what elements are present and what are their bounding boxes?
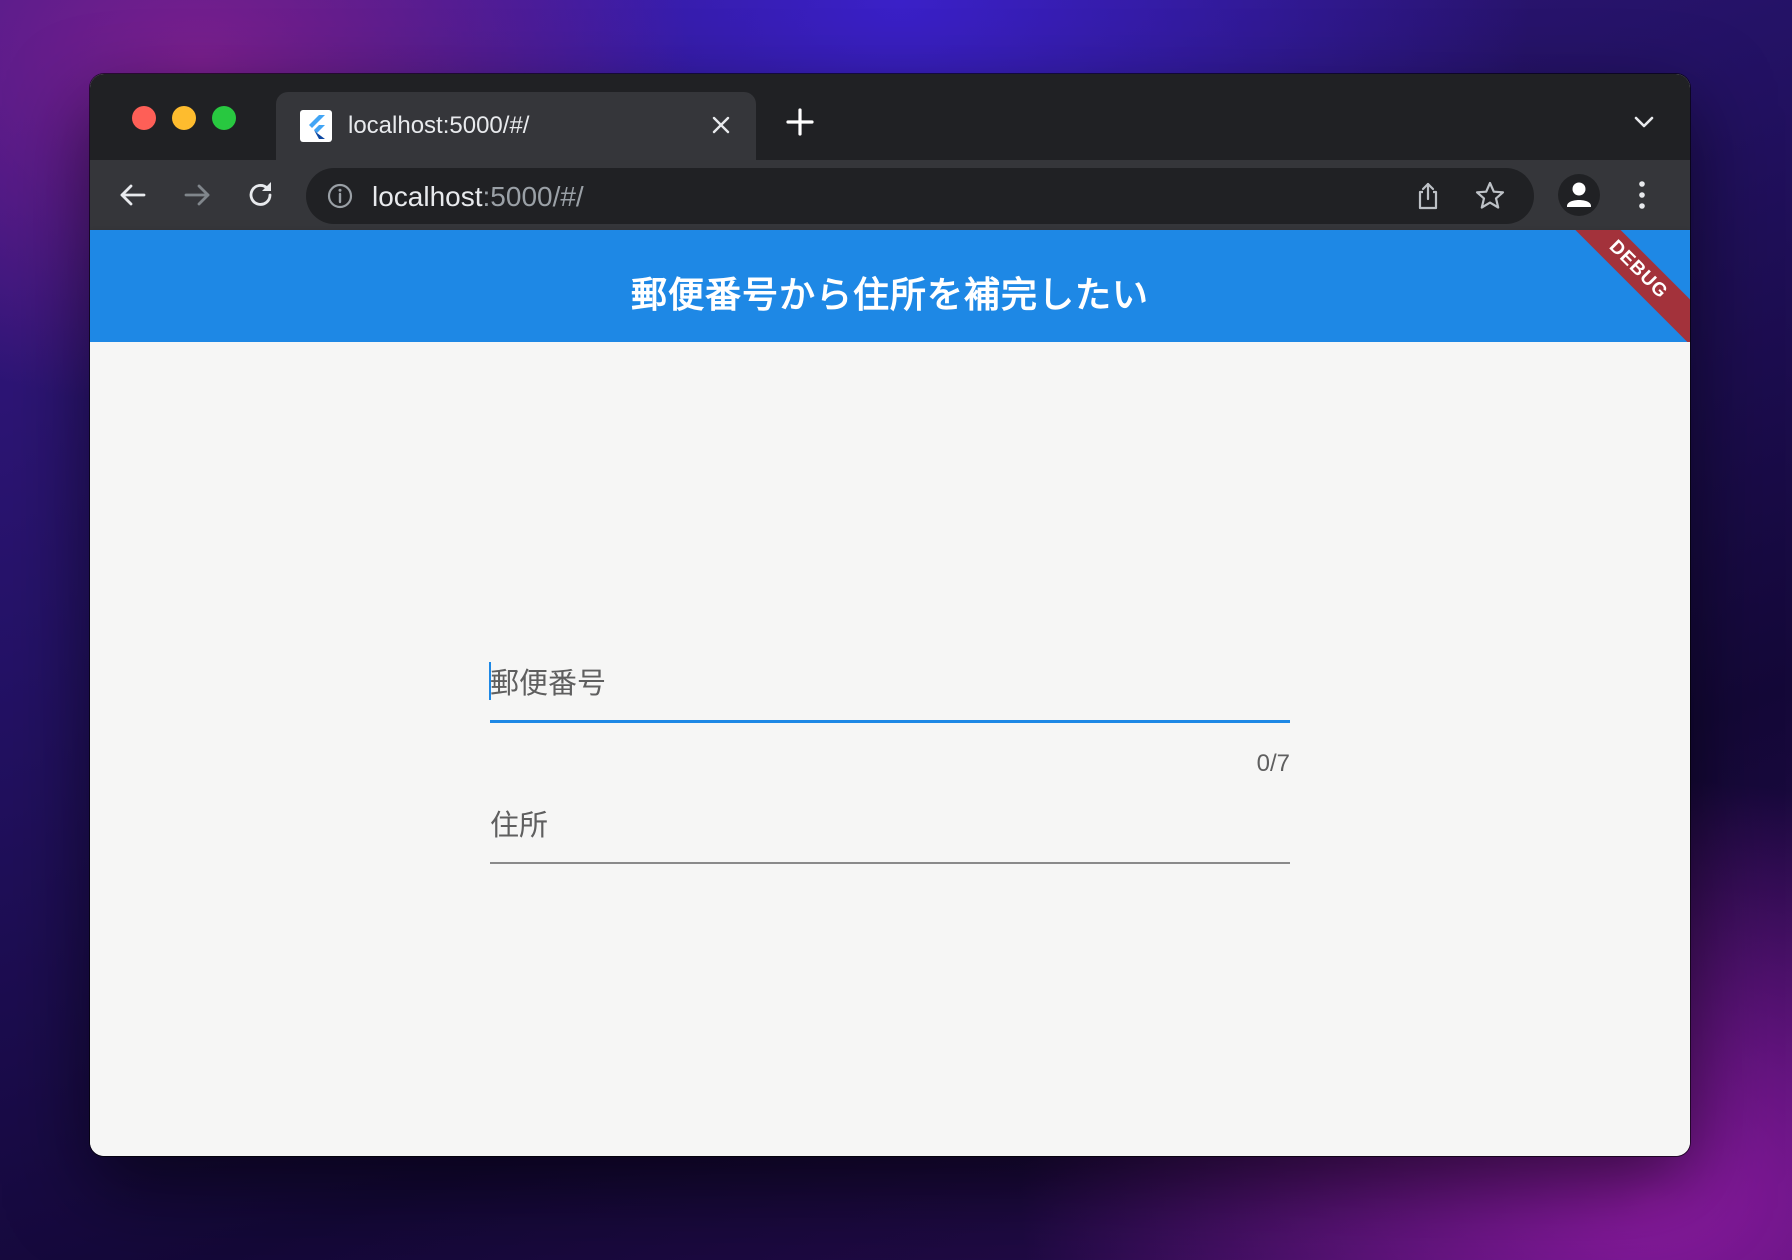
chevron-down-icon[interactable] — [1632, 112, 1656, 132]
url-text: localhost:5000/#/ — [372, 181, 584, 213]
address-bar[interactable]: localhost:5000/#/ — [306, 168, 1534, 224]
arrow-left-icon[interactable] — [114, 176, 152, 214]
star-icon[interactable] — [1474, 180, 1506, 212]
tab-active[interactable]: localhost:5000/#/ — [276, 92, 756, 160]
address-underline — [490, 862, 1290, 864]
minimize-window-button[interactable] — [172, 106, 196, 130]
postal-code-label: 郵便番号 — [490, 668, 607, 700]
postal-code-underline — [490, 720, 1290, 723]
character-counter: 0/7 — [1256, 750, 1290, 777]
close-icon[interactable] — [708, 112, 734, 138]
person-icon[interactable] — [1558, 174, 1600, 216]
share-icon[interactable] — [1412, 180, 1444, 212]
reload-icon[interactable] — [242, 176, 280, 214]
browser-window: localhost:5000/#/ localhost:5000/#/ 郵便番号… — [90, 74, 1690, 1156]
close-window-button[interactable] — [132, 106, 156, 130]
kebab-menu-icon[interactable] — [1636, 178, 1648, 212]
plus-icon[interactable] — [786, 108, 814, 136]
app-bar: 郵便番号から住所を補完したい DEBUG — [90, 230, 1690, 342]
zoom-window-button[interactable] — [212, 106, 236, 130]
desktop-background: localhost:5000/#/ localhost:5000/#/ 郵便番号… — [0, 0, 1792, 1260]
url-host: localhost — [372, 181, 483, 212]
browser-toolbar: localhost:5000/#/ — [90, 160, 1690, 230]
tab-title: localhost:5000/#/ — [348, 112, 530, 139]
url-path: :5000/#/ — [482, 181, 584, 212]
address-label: 住所 — [490, 810, 549, 842]
app-body: 郵便番号 0/7 住所 — [90, 342, 1690, 1156]
arrow-right-icon[interactable] — [178, 176, 216, 214]
info-icon[interactable] — [326, 182, 354, 210]
flutter-icon — [300, 110, 332, 142]
tab-strip: localhost:5000/#/ — [90, 74, 1690, 160]
page-title: 郵便番号から住所を補完したい — [630, 274, 1149, 315]
